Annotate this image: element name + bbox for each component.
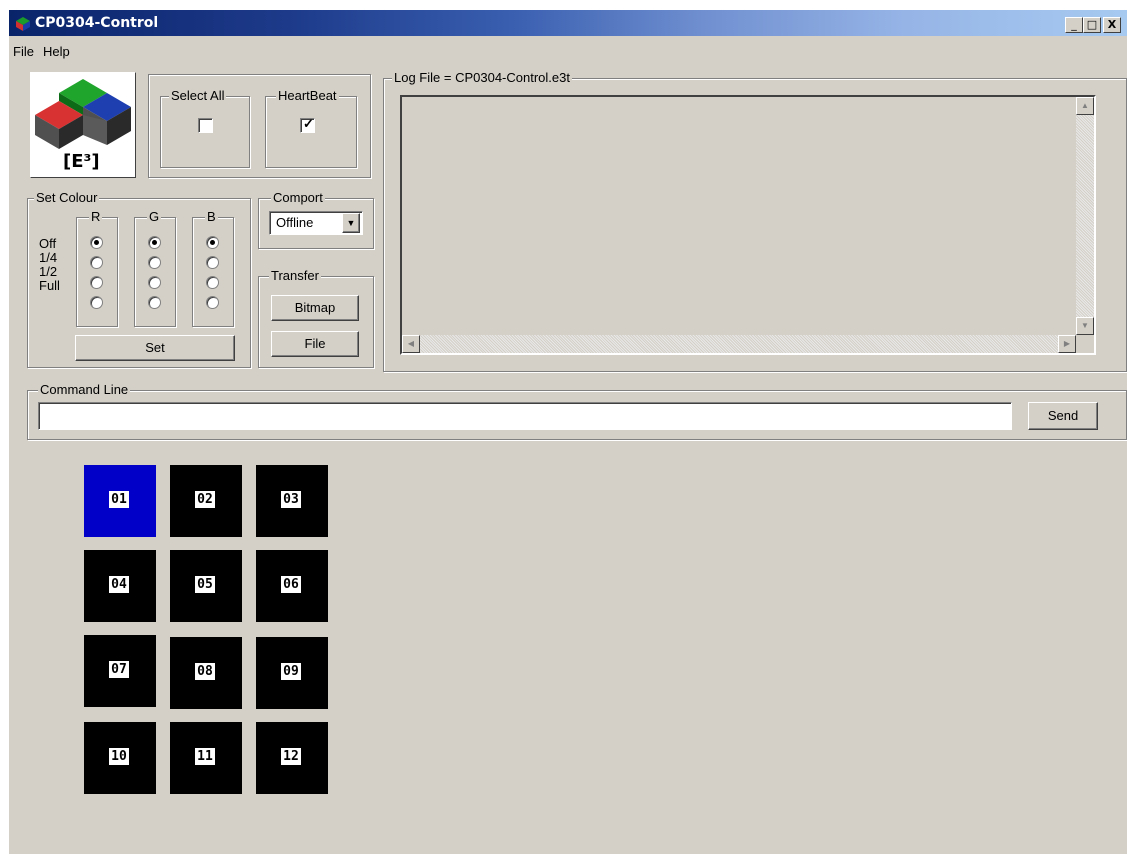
minimize-button[interactable]: _ <box>1065 17 1083 33</box>
set-colour-title: Set Colour <box>34 190 100 205</box>
tile-01[interactable]: 01 <box>84 465 156 537</box>
bitmap-button[interactable]: Bitmap <box>271 295 359 321</box>
red-channel-label: R <box>89 209 103 224</box>
tile-label: 10 <box>109 748 129 765</box>
heartbeat-checkbox[interactable]: ✓ <box>300 116 315 133</box>
send-button[interactable]: Send <box>1028 402 1098 430</box>
log-file-group: Log File = CP0304-Control.e3t ▲ ▼ ◀ ▶ <box>383 70 1127 372</box>
select-all-checkbox[interactable] <box>198 118 213 133</box>
tile-label: 02 <box>195 491 215 508</box>
green-channel-label: G <box>147 209 162 224</box>
blue-full-radio[interactable] <box>206 296 219 309</box>
transfer-title: Transfer <box>269 268 321 283</box>
maximize-button[interactable]: □ <box>1083 17 1101 33</box>
tile-03[interactable]: 03 <box>256 465 328 537</box>
tile-label: 12 <box>281 748 301 765</box>
horizontal-scrollbar[interactable]: ◀ ▶ <box>402 335 1076 353</box>
app-logo-icon <box>16 17 30 31</box>
scroll-down-icon[interactable]: ▼ <box>1076 317 1094 335</box>
red-full-radio[interactable] <box>90 296 103 309</box>
tile-06[interactable]: 06 <box>256 550 328 622</box>
comport-select[interactable]: Offline ▼ <box>269 211 363 235</box>
set-button[interactable]: Set <box>75 335 235 361</box>
e3-cubes-logo-icon <box>35 79 131 149</box>
tile-09[interactable]: 09 <box>256 637 328 709</box>
tile-05[interactable]: 05 <box>170 550 242 622</box>
file-button[interactable]: File <box>271 331 359 357</box>
red-half-radio[interactable] <box>90 276 103 289</box>
tile-label: 03 <box>281 491 301 508</box>
menu-file[interactable]: File <box>13 44 34 59</box>
comport-group: Comport Offline ▼ <box>258 190 374 249</box>
heartbeat-group: HeartBeat ✓ <box>265 88 357 168</box>
level-half-label: 1/2 <box>39 264 58 279</box>
tile-label: 09 <box>281 663 301 680</box>
command-line-group: Command Line Send <box>27 382 1127 440</box>
green-off-radio[interactable] <box>148 236 161 249</box>
chevron-down-icon[interactable]: ▼ <box>342 213 360 233</box>
tile-label: 08 <box>195 663 215 680</box>
logo-text: [E³] <box>63 151 100 172</box>
green-half-radio[interactable] <box>148 276 161 289</box>
blue-off-radio[interactable] <box>206 236 219 249</box>
tile-07[interactable]: 07 <box>84 635 156 707</box>
level-quarter-label: 1/4 <box>39 250 58 265</box>
level-off-label: Off <box>39 236 57 251</box>
blue-channel-group: B <box>192 209 234 327</box>
tile-label: 11 <box>195 748 215 765</box>
command-line-title: Command Line <box>38 382 131 397</box>
red-off-radio[interactable] <box>90 236 103 249</box>
set-colour-group: Set Colour Off 1/4 1/2 Full R G B Set <box>27 190 251 368</box>
tile-label: 01 <box>109 491 129 508</box>
red-channel-group: R <box>76 209 118 327</box>
command-line-input[interactable] <box>38 402 1012 430</box>
tile-10[interactable]: 10 <box>84 722 156 794</box>
green-channel-group: G <box>134 209 176 327</box>
level-full-label: Full <box>39 278 60 293</box>
main-window: CP0304-Control _ □ X File Help [E³] Sele… <box>8 10 1127 854</box>
comport-title: Comport <box>271 190 325 205</box>
blue-quarter-radio[interactable] <box>206 256 219 269</box>
comport-value: Offline <box>276 215 314 230</box>
scroll-right-icon[interactable]: ▶ <box>1058 335 1076 353</box>
close-button[interactable]: X <box>1103 17 1121 33</box>
scroll-up-icon[interactable]: ▲ <box>1076 97 1094 115</box>
blue-half-radio[interactable] <box>206 276 219 289</box>
scroll-left-icon[interactable]: ◀ <box>402 335 420 353</box>
checkmark-icon: ✓ <box>303 116 314 131</box>
tile-08[interactable]: 08 <box>170 637 242 709</box>
green-quarter-radio[interactable] <box>148 256 161 269</box>
heartbeat-label: HeartBeat <box>276 88 339 103</box>
tile-11[interactable]: 11 <box>170 722 242 794</box>
vertical-scrollbar[interactable]: ▲ ▼ <box>1076 97 1094 335</box>
select-all-group: Select All <box>160 88 250 168</box>
title-bar[interactable]: CP0304-Control _ □ X <box>9 10 1127 36</box>
tile-02[interactable]: 02 <box>170 465 242 537</box>
window-title: CP0304-Control <box>35 15 159 31</box>
log-file-title: Log File = CP0304-Control.e3t <box>392 70 572 85</box>
tile-label: 06 <box>281 576 301 593</box>
red-quarter-radio[interactable] <box>90 256 103 269</box>
tile-12[interactable]: 12 <box>256 722 328 794</box>
tile-label: 05 <box>195 576 215 593</box>
green-full-radio[interactable] <box>148 296 161 309</box>
tile-label: 07 <box>109 661 129 678</box>
tile-04[interactable]: 04 <box>84 550 156 622</box>
menu-help[interactable]: Help <box>43 44 70 59</box>
logo-panel: [E³] <box>30 72 136 178</box>
tile-label: 04 <box>109 576 129 593</box>
transfer-group: Transfer Bitmap File <box>258 268 374 368</box>
log-textarea[interactable]: ▲ ▼ ◀ ▶ <box>400 95 1096 355</box>
blue-channel-label: B <box>205 209 218 224</box>
select-all-label: Select All <box>169 88 227 103</box>
